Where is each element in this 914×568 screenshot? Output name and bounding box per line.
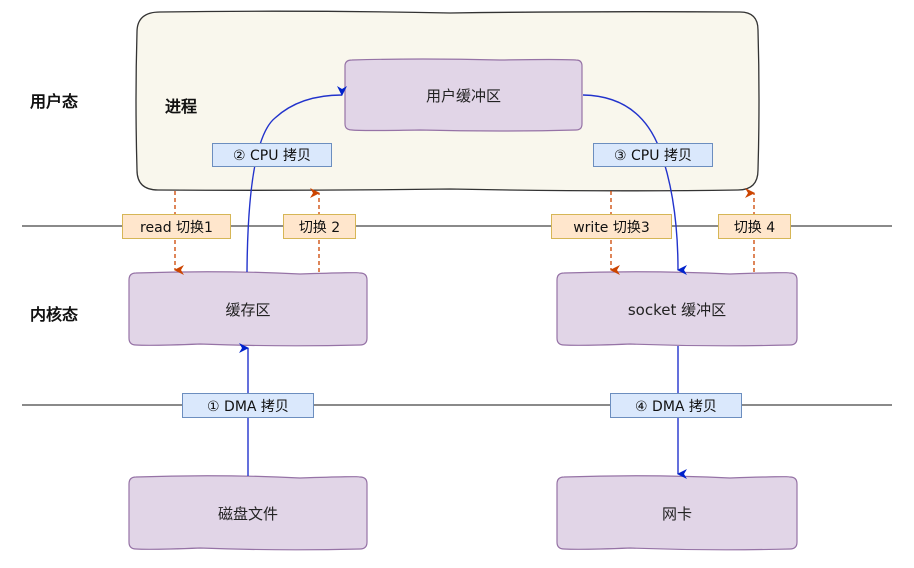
switch-4-tag: 切换 4 (718, 214, 791, 239)
user-mode-label: 用户态 (30, 92, 79, 111)
switch-3-tag: write 切换3 (551, 214, 672, 239)
cpu-copy-3-tag: ③ CPU 拷贝 (593, 143, 713, 167)
disk-file-label: 磁盘文件 (217, 504, 278, 523)
page-cache-label: 缓存区 (225, 300, 271, 319)
cpu-copy-2-tag: ② CPU 拷贝 (212, 143, 332, 167)
dma-copy-1-tag: ① DMA 拷贝 (182, 393, 314, 418)
kernel-mode-label: 内核态 (30, 305, 79, 324)
socket-buffer-label: socket 缓冲区 (627, 300, 727, 319)
nic-label: 网卡 (661, 504, 692, 523)
process-label: 进程 (165, 97, 198, 116)
user-buffer-label: 用户缓冲区 (425, 86, 501, 105)
switch-1-tag: read 切换1 (122, 214, 231, 239)
switch-2-tag: 切换 2 (283, 214, 356, 239)
dma-copy-4-tag: ④ DMA 拷贝 (610, 393, 742, 418)
